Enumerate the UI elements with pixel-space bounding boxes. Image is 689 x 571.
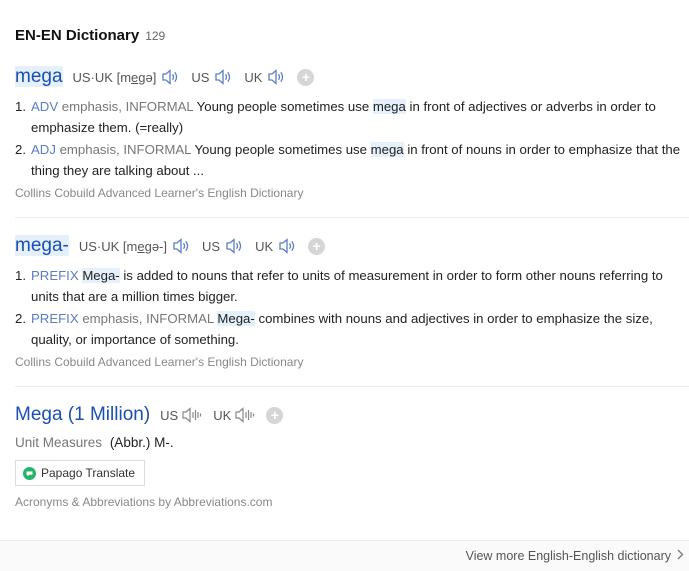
speaker-icon[interactable] xyxy=(265,67,287,87)
definition-item: 2. ADJ emphasis, INFORMAL Young people so… xyxy=(15,142,681,178)
entry-word[interactable]: mega- xyxy=(15,235,69,257)
uk-label: UK xyxy=(213,407,232,423)
definition-list: 1. PREFIX Mega- is added to nouns that re… xyxy=(15,265,689,350)
footer: View more English-English dictionary xyxy=(0,540,689,571)
speaker-icon[interactable] xyxy=(276,236,298,256)
view-more-link[interactable]: View more English-English dictionary xyxy=(466,549,684,563)
entry-mega-prefix: mega- US·UK [megə-] US UK + 1. PREFIX Meg… xyxy=(15,235,689,369)
view-more-label: View more English-English dictionary xyxy=(465,549,671,563)
entry-word[interactable]: Mega (1 Million) xyxy=(15,404,150,426)
us-label: US xyxy=(191,69,210,85)
pronunciation: US·UK [megə] xyxy=(72,69,157,85)
dictionary-source: Acronyms & Abbreviations by Abbreviation… xyxy=(15,495,273,509)
speaker-disabled-icon[interactable] xyxy=(181,405,203,425)
divider xyxy=(15,217,689,218)
speaker-icon[interactable] xyxy=(170,236,192,256)
entry-mega-million: Mega (1 Million) US UK + Unit Measures (… xyxy=(15,404,689,509)
unit-category: Unit Measures xyxy=(15,435,103,450)
unit-value: (Abbr.) M-. xyxy=(109,435,174,450)
papago-translate-button[interactable]: Papago Translate xyxy=(15,460,146,486)
definition-list: 1. ADV emphasis, INFORMAL Young people so… xyxy=(15,96,689,181)
uk-label: UK xyxy=(255,238,274,254)
plus-icon[interactable]: + xyxy=(308,237,326,255)
definition-item: 1. ADV emphasis, INFORMAL Young people so… xyxy=(15,99,656,135)
dictionary-source: Collins Cobuild Advanced Learner's Engli… xyxy=(15,186,304,200)
definition-item: 1. PREFIX Mega- is added to nouns that re… xyxy=(15,268,663,304)
entry-mega: mega US·UK [megə] US UK + 1. ADV emphasis… xyxy=(15,66,689,200)
dictionary-source: Collins Cobuild Advanced Learner's Engli… xyxy=(15,355,304,369)
entry-word[interactable]: mega xyxy=(15,66,63,88)
papago-logo-icon xyxy=(23,466,36,480)
plus-icon[interactable]: + xyxy=(297,68,315,86)
uk-label: UK xyxy=(244,69,263,85)
dictionary-title: EN-EN Dictionary xyxy=(15,27,140,44)
speaker-icon[interactable] xyxy=(159,67,181,87)
plus-icon[interactable]: + xyxy=(266,406,284,424)
us-label: US xyxy=(202,238,221,254)
speaker-icon[interactable] xyxy=(212,67,234,87)
dictionary-header: EN-EN Dictionary 129 xyxy=(15,27,165,44)
speaker-disabled-icon[interactable] xyxy=(234,405,256,425)
chevron-right-icon xyxy=(677,549,684,563)
unit-measure-row: Unit Measures (Abbr.) M-. xyxy=(15,435,689,450)
speaker-icon[interactable] xyxy=(223,236,245,256)
definition-item: 2. PREFIX emphasis, INFORMAL Mega- combin… xyxy=(15,311,653,347)
result-count: 129 xyxy=(145,29,166,43)
divider xyxy=(15,386,689,387)
pronunciation: US·UK [megə-] xyxy=(78,238,168,254)
us-label: US xyxy=(160,407,179,423)
papago-translate-label: Papago Translate xyxy=(41,466,136,480)
